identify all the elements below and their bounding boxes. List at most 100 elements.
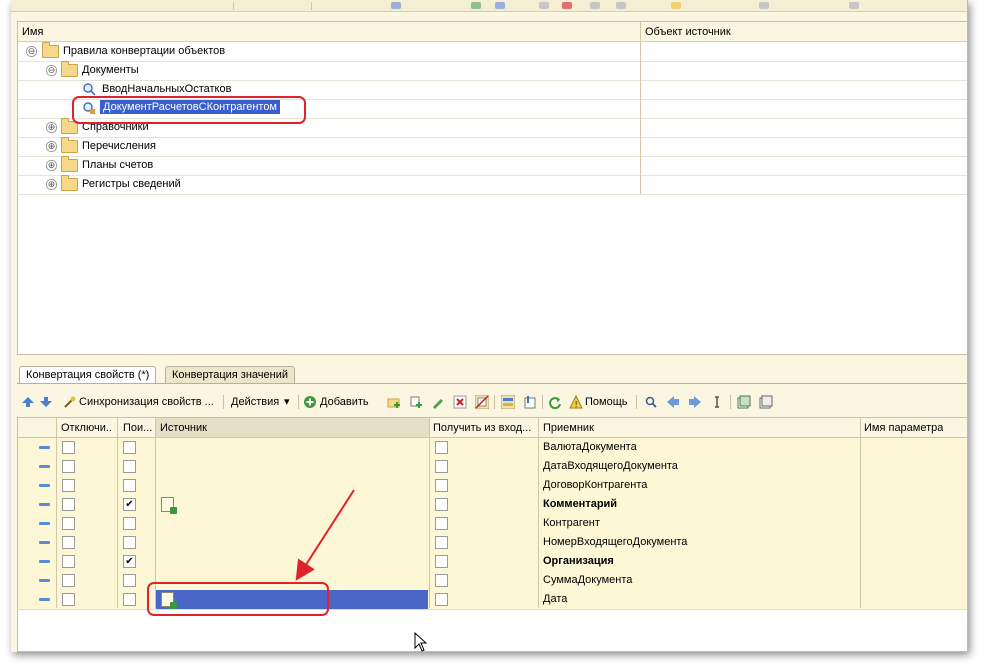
disabled-checkbox[interactable]: [62, 517, 75, 530]
toolbar-icon[interactable]: [849, 2, 859, 9]
get-from-incoming-checkbox[interactable]: [435, 441, 448, 454]
search-checkbox[interactable]: ✔: [123, 498, 136, 511]
row-state-icon: [39, 598, 50, 601]
column-header-get-from-incoming[interactable]: Получить из вход...: [433, 422, 538, 434]
expand-toggle-icon[interactable]: ⊕: [46, 179, 57, 190]
disabled-checkbox[interactable]: [62, 441, 75, 454]
uncheck-all-icon[interactable]: [759, 395, 773, 409]
collapse-toggle-icon[interactable]: ⊖: [26, 46, 37, 57]
expand-toggle-icon[interactable]: ⊕: [46, 160, 57, 171]
toolbar-icon[interactable]: [471, 2, 481, 9]
table-row[interactable]: ✔ Организация: [18, 552, 967, 572]
toolbar-icon[interactable]: [495, 2, 505, 9]
expand-toggle-icon[interactable]: ⊕: [46, 122, 57, 133]
row-state-icon: [39, 522, 50, 525]
source-property-icon: [161, 497, 177, 514]
disabled-checkbox[interactable]: [62, 574, 75, 587]
add-icon[interactable]: [303, 395, 317, 409]
help-icon[interactable]: !: [569, 395, 583, 409]
tree-row-object-rules[interactable]: ⊖ Правила конвертации объектов: [18, 42, 967, 62]
sync-properties-icon[interactable]: [63, 395, 77, 409]
tab-property-conversion[interactable]: Конвертация свойств (*): [19, 366, 157, 384]
tree-row-info-registers[interactable]: ⊕ Регистры сведений: [18, 175, 967, 195]
column-header-disabled[interactable]: Отключи...: [61, 422, 113, 434]
tab-value-conversion[interactable]: Конвертация значений: [165, 366, 296, 384]
tree-row-label: Планы счетов: [82, 159, 154, 171]
column-header-source-object[interactable]: Объект источник: [645, 26, 731, 38]
search-checkbox[interactable]: [123, 593, 136, 606]
help-button[interactable]: Помощь: [585, 393, 628, 411]
arrow-right-icon[interactable]: [688, 395, 702, 409]
tree-row-charts-of-accounts[interactable]: ⊕ Планы счетов: [18, 156, 967, 176]
add-button[interactable]: Добавить: [320, 393, 369, 411]
expand-toggle-icon[interactable]: ⊕: [46, 141, 57, 152]
get-from-incoming-checkbox[interactable]: [435, 498, 448, 511]
search-checkbox[interactable]: [123, 574, 136, 587]
tree-row-enums[interactable]: ⊕ Перечисления: [18, 137, 967, 157]
search-checkbox[interactable]: [123, 517, 136, 530]
mouse-cursor-icon: [414, 632, 428, 652]
disable-rule-icon[interactable]: [475, 395, 489, 409]
column-header-name[interactable]: Имя: [22, 26, 43, 38]
search-icon[interactable]: [644, 395, 658, 409]
toolbar-icon[interactable]: [590, 2, 600, 9]
actions-menu-button[interactable]: Действия: [231, 393, 279, 411]
move-up-icon[interactable]: [21, 395, 35, 409]
toolbar-icon[interactable]: [391, 2, 401, 9]
search-checkbox[interactable]: [123, 441, 136, 454]
disabled-checkbox[interactable]: [62, 555, 75, 568]
disabled-checkbox[interactable]: [62, 593, 75, 606]
top-toolbar-strip: [11, 0, 967, 12]
search-checkbox[interactable]: [123, 536, 136, 549]
search-checkbox[interactable]: ✔: [123, 555, 136, 568]
move-down-icon[interactable]: [39, 395, 53, 409]
table-row[interactable]: Контрагент: [18, 514, 967, 534]
disabled-checkbox[interactable]: [62, 498, 75, 511]
table-row[interactable]: ДатаВходящегоДокумента: [18, 457, 967, 477]
add-folder-icon[interactable]: [387, 395, 401, 409]
disabled-checkbox[interactable]: [62, 536, 75, 549]
properties-window-icon[interactable]: [501, 395, 515, 409]
column-header-target[interactable]: Приемник: [543, 422, 594, 434]
toolbar-icon[interactable]: [562, 2, 572, 9]
toolbar-icon[interactable]: [616, 2, 626, 9]
toolbar-icon[interactable]: [759, 2, 769, 9]
target-property-cell: ВалютаДокумента: [543, 441, 637, 453]
check-all-icon[interactable]: [737, 395, 751, 409]
conversion-rules-tree[interactable]: Имя Объект источник ⊖ Правила конвертаци…: [17, 21, 967, 355]
row-state-icon: [39, 579, 50, 582]
chevron-down-icon[interactable]: ▾: [284, 393, 290, 411]
arrow-left-icon[interactable]: [666, 395, 680, 409]
table-row[interactable]: НомерВходящегоДокумента: [18, 533, 967, 553]
sort-icon[interactable]: [710, 395, 724, 409]
column-header-param-name[interactable]: Имя параметра: [864, 422, 943, 434]
delete-icon[interactable]: [453, 395, 467, 409]
search-checkbox[interactable]: [123, 479, 136, 492]
get-from-incoming-checkbox[interactable]: [435, 593, 448, 606]
table-row[interactable]: ДоговорКонтрагента: [18, 476, 967, 496]
copy-icon[interactable]: [409, 395, 423, 409]
table-row[interactable]: ✔ Комментарий: [18, 495, 967, 515]
get-from-incoming-checkbox[interactable]: [435, 479, 448, 492]
grid-header: Отключи... Пои... Источник Получить из в…: [18, 418, 967, 438]
toolbar-icon[interactable]: [671, 2, 681, 9]
collapse-toggle-icon[interactable]: ⊖: [46, 65, 57, 76]
column-header-search[interactable]: Пои...: [123, 422, 153, 434]
get-from-incoming-checkbox[interactable]: [435, 555, 448, 568]
table-row[interactable]: ВалютаДокумента: [18, 438, 967, 458]
column-header-source[interactable]: Источник: [160, 422, 207, 434]
disabled-checkbox[interactable]: [62, 479, 75, 492]
sync-properties-button[interactable]: Синхронизация свойств ...: [79, 393, 214, 411]
disabled-checkbox[interactable]: [62, 460, 75, 473]
property-conversion-grid[interactable]: Отключи... Пои... Источник Получить из в…: [17, 417, 967, 652]
refresh-icon[interactable]: [548, 395, 562, 409]
export-icon[interactable]: [523, 395, 537, 409]
get-from-incoming-checkbox[interactable]: [435, 517, 448, 530]
search-checkbox[interactable]: [123, 460, 136, 473]
get-from-incoming-checkbox[interactable]: [435, 536, 448, 549]
get-from-incoming-checkbox[interactable]: [435, 460, 448, 473]
edit-icon[interactable]: [431, 395, 445, 409]
tree-row-documents[interactable]: ⊖ Документы: [18, 61, 967, 81]
toolbar-icon[interactable]: [539, 2, 549, 9]
get-from-incoming-checkbox[interactable]: [435, 574, 448, 587]
